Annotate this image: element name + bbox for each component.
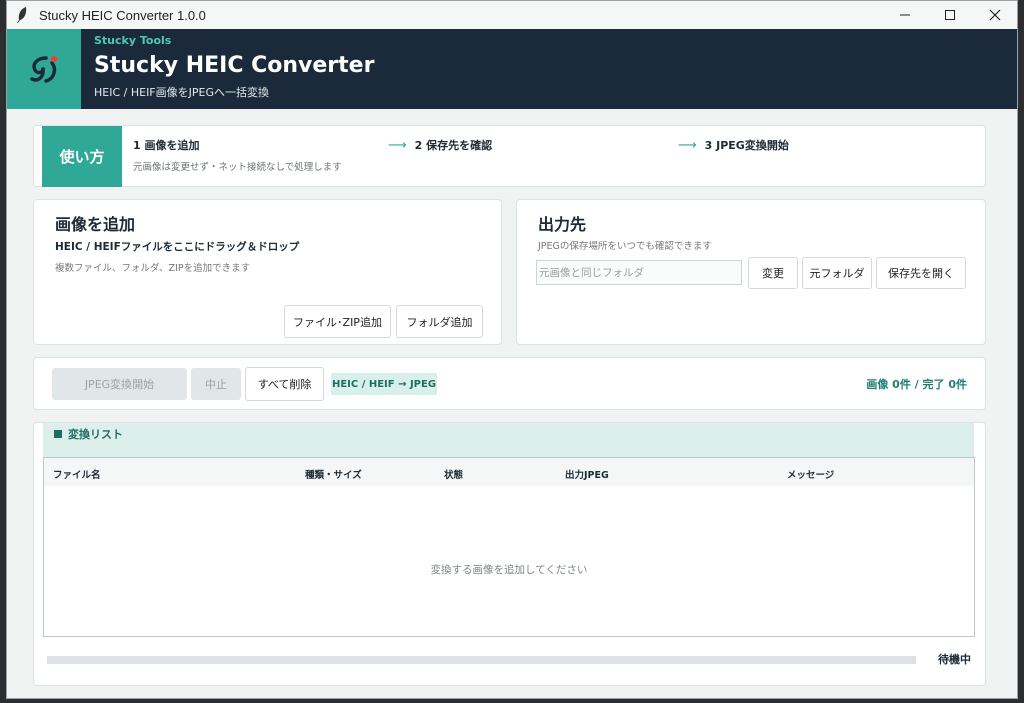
app-window: Stucky HEIC Converter 1.0.0 Stucky Tools… <box>6 0 1018 699</box>
howto-card: 使い方 1 画像を追加 ⟶ 2 保存先を確認 ⟶ 3 JPEG変換開始 元画像は変更… <box>33 125 986 187</box>
conversion-table[interactable]: ファイル名 種類・サイズ 状態 出力JPEG メッセージ 変換する画像を追加して… <box>43 457 975 637</box>
maximize-icon <box>944 10 955 20</box>
step-3: ⟶ 3 JPEG変換開始 <box>678 137 789 153</box>
change-button[interactable]: 変更 <box>748 257 798 289</box>
drop-zone-text: HEIC / HEIFファイルをここにドラッグ＆ドロップ <box>55 241 300 253</box>
action-bar: JPEG変換開始 中止 すべて削除 HEIC / HEIF → JPEG 画像 … <box>33 357 986 410</box>
start-convert-button[interactable]: JPEG変換開始 <box>52 368 187 400</box>
list-title: 変換リスト <box>54 426 123 442</box>
add-folder-button[interactable]: フォルダ追加 <box>396 305 483 338</box>
app-header: Stucky Tools Stucky HEIC Converter HEIC … <box>7 29 1017 109</box>
clear-all-button[interactable]: すべて削除 <box>245 367 324 401</box>
output-note: JPEGの保存場所をいつでも確認できます <box>538 241 712 252</box>
conversion-list-card: 変換リスト ファイル名 種類・サイズ 状態 出力JPEG メッセージ 変換する画… <box>33 422 986 686</box>
column-type-size[interactable]: 種類・サイズ <box>305 467 362 481</box>
step-2: ⟶ 2 保存先を確認 <box>388 137 492 153</box>
arrow-right-icon: ⟶ <box>678 138 697 153</box>
column-filename[interactable]: ファイル名 <box>53 467 101 481</box>
app-subtitle: HEIC / HEIF画像をJPEGへ一括変換 <box>94 86 269 99</box>
list-header: 変換リスト <box>43 423 974 457</box>
step-2-label: 2 保存先を確認 <box>414 139 493 152</box>
arrow-right-icon: ⟶ <box>388 138 407 153</box>
minimize-button[interactable] <box>882 1 927 29</box>
logo-icon <box>30 55 58 83</box>
column-status[interactable]: 状態 <box>444 467 463 481</box>
format-badge: HEIC / HEIF → JPEG <box>331 373 437 395</box>
howto-note: 元画像は変更せず・ネット接続なしで処理します <box>133 162 342 173</box>
open-destination-button[interactable]: 保存先を開く <box>876 257 966 289</box>
feather-icon <box>17 7 27 23</box>
close-button[interactable] <box>972 1 1017 29</box>
add-images-title: 画像を追加 <box>55 215 136 234</box>
add-images-card[interactable]: 画像を追加 HEIC / HEIFファイルをここにドラッグ＆ドロップ 複数ファイ… <box>33 199 502 345</box>
output-card: 出力先 JPEGの保存場所をいつでも確認できます 元画像と同じフォルダ 変更 元… <box>516 199 986 345</box>
output-title: 出力先 <box>538 215 587 234</box>
column-message[interactable]: メッセージ <box>787 467 834 481</box>
title-bar[interactable]: Stucky HEIC Converter 1.0.0 <box>7 1 1017 29</box>
progress-bar <box>47 656 916 664</box>
maximize-button[interactable] <box>927 1 972 29</box>
list-title-text: 変換リスト <box>68 428 123 441</box>
app-title: Stucky HEIC Converter <box>94 53 375 78</box>
step-1-label: 1 画像を追加 <box>133 139 200 152</box>
close-icon <box>989 9 1000 21</box>
window-title: Stucky HEIC Converter 1.0.0 <box>39 7 206 23</box>
howto-badge: 使い方 <box>42 126 122 187</box>
add-file-zip-button[interactable]: ファイル･ZIP追加 <box>284 305 391 338</box>
output-folder-field[interactable]: 元画像と同じフォルダ <box>536 260 742 285</box>
stop-button[interactable]: 中止 <box>191 368 241 400</box>
minimize-icon <box>899 14 910 16</box>
source-folder-button[interactable]: 元フォルダ <box>802 257 872 289</box>
empty-list-message: 変換する画像を追加してください <box>430 564 588 576</box>
status-text: 待機中 <box>938 653 971 666</box>
step-1: 1 画像を追加 <box>133 137 199 153</box>
brand-name: Stucky Tools <box>94 34 172 47</box>
step-3-label: 3 JPEG変換開始 <box>704 139 789 152</box>
column-output-jpeg[interactable]: 出力JPEG <box>565 467 609 481</box>
image-count: 画像 0件 / 完了 0件 <box>866 378 967 391</box>
table-header: ファイル名 種類・サイズ 状態 出力JPEG メッセージ <box>44 458 974 486</box>
square-icon <box>54 430 62 438</box>
add-images-note: 複数ファイル、フォルダ、ZIPを追加できます <box>55 263 251 274</box>
logo <box>7 29 81 109</box>
